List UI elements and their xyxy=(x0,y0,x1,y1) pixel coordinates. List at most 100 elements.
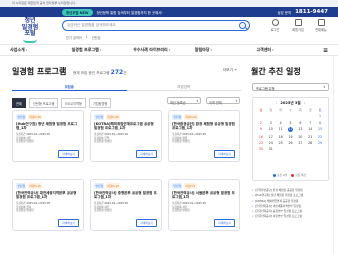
region-select[interactable]: 지역 전체 xyxy=(206,97,240,105)
program-card[interactable]: 인턴형 마감D-20 [한국환경공단] 환경 체험형 공공형 일경험 프로그램_1… xyxy=(168,110,240,162)
nav-item-library[interactable]: 우수사례 라이브러리 xyxy=(133,47,195,53)
legend-end: 모집 마감 xyxy=(291,173,306,177)
program-card[interactable]: 인턴형 마감D-15 [한국전력공사] 대전세종지역본부 공공형 일경험 프로그램… xyxy=(12,179,84,231)
calendar-day[interactable]: 28 xyxy=(305,141,315,145)
calendar-day[interactable]: 6 xyxy=(295,121,305,125)
calendar-day[interactable]: 4 xyxy=(276,121,286,125)
calendar-day[interactable]: 9 xyxy=(256,127,266,133)
calendar-day[interactable]: 18 xyxy=(276,135,286,139)
calendar-day[interactable]: 15 xyxy=(315,127,325,133)
nav-item-programs[interactable]: 일경험 프로그램 xyxy=(72,47,134,53)
calendar-day[interactable]: 21 xyxy=(305,135,315,139)
calendar-day[interactable]: 22 xyxy=(315,135,325,139)
calendar-day[interactable]: 29 xyxy=(315,141,325,145)
program-card[interactable]: 인턴형 마감D-5 [한국전력공사] 서울본부 공공형 일경험 프로그램_1차 모… xyxy=(168,179,240,231)
calendar: ‹ 2025년 3월 › 일 월 화 수 목 금 토 1 2 3 4 5 6 7 8 9 10 11 12 13 14 1… xyxy=(252,97,329,181)
filter-esg[interactable]: ESG/지역형 xyxy=(61,98,86,108)
calendar-day xyxy=(305,114,315,118)
calendar-day[interactable]: 14 xyxy=(305,127,315,133)
card-period: 2025.04~2025.05 xyxy=(26,202,50,206)
card-period: 2025.04~2025.05 xyxy=(182,133,206,137)
signup-button[interactable]: 회원가입 xyxy=(291,19,305,32)
card-detail-button[interactable]: 자세히보기 xyxy=(136,219,157,227)
calendar-day[interactable]: 11 xyxy=(276,127,286,133)
calendar-day xyxy=(256,114,266,118)
card-detail-button[interactable]: 자세히보기 xyxy=(58,219,79,227)
calendar-day[interactable]: 31 xyxy=(266,147,276,151)
top-banner[interactable]: 청년포털 NEW 청년정책 통합 검색부터 일경험까지 한 곳에서! 상담 문의… xyxy=(0,7,338,17)
calendar-day[interactable]: 17 xyxy=(266,135,276,139)
all-menu-button[interactable]: 전체메뉴 xyxy=(314,19,328,32)
card-badge-deadline: 마감D-20 xyxy=(183,114,199,120)
nav-item-intro[interactable]: 사업소개 xyxy=(10,47,72,53)
calendar-day[interactable]: 26 xyxy=(286,141,296,145)
card-detail-button[interactable]: 자세히보기 xyxy=(214,150,235,158)
card-title[interactable]: [한국환경공단] 환경 체험형 공공형 일경험 프로그램_1차 xyxy=(172,122,236,131)
hamburger-icon[interactable]: ≡ xyxy=(318,47,328,54)
calendar-day[interactable]: 2 xyxy=(256,121,266,125)
login-button[interactable]: 로그인 xyxy=(268,19,282,32)
calendar-day[interactable]: 30 xyxy=(256,147,266,151)
card-title[interactable]: [한국전력공사] 충청본부 공공형 일경험 프로그램_1차 xyxy=(94,191,158,200)
card-period-label: 모집기간 xyxy=(172,133,182,137)
card-detail-button[interactable]: 자세히보기 xyxy=(58,150,79,158)
calendar-day[interactable]: 3 xyxy=(266,121,276,125)
card-badge-type: 인턴형 xyxy=(172,183,183,189)
page-scrollbar[interactable] xyxy=(333,56,338,254)
event-list: [한국환경공단] 환경 체험형 공공형 일경험 [Hub연구원] 청년 체험형 … xyxy=(252,188,329,220)
calendar-day[interactable]: 23 xyxy=(256,141,266,145)
calendar-day[interactable]: 5 xyxy=(286,121,296,125)
site-logo[interactable]: 청년 일경험 포털 xyxy=(12,17,48,45)
search-icon[interactable] xyxy=(239,22,246,29)
nav-item-support[interactable]: 고객센터 xyxy=(256,47,318,53)
card-detail-button[interactable]: 자세히보기 xyxy=(136,150,157,158)
calendar-day[interactable]: 20 xyxy=(295,135,305,139)
filter-all[interactable]: 전체 xyxy=(12,98,26,108)
event-item[interactable]: [한국전력공사] 서울본부 일경험 프로그램 xyxy=(252,214,329,219)
card-title[interactable]: [한국전력공사] 서울본부 공공형 일경험 프로그램_1차 xyxy=(172,191,236,200)
card-badge-deadline: 마감D-15 xyxy=(27,183,43,189)
nav-item-notice[interactable]: 알림마당 xyxy=(195,47,257,53)
calendar-day[interactable]: 19 xyxy=(286,135,296,139)
card-title[interactable]: [KOTRA]해외취업연계프로그램 공공형 일경험 프로그램_1차 xyxy=(94,122,158,131)
calendar-day[interactable]: 8 xyxy=(315,121,325,125)
program-card[interactable]: 인턴형 마감D-10 [한국전력공사] 충청본부 공공형 일경험 프로그램_1차 … xyxy=(90,179,162,231)
calendar-day[interactable]: 25 xyxy=(276,141,286,145)
program-type-select[interactable]: 프로그램 유형 xyxy=(252,83,329,91)
calendar-day[interactable]: 24 xyxy=(266,141,276,145)
popular-tag[interactable]: 인턴십 xyxy=(92,35,101,40)
card-title[interactable]: [한국전력공사] 대전세종지역본부 공공형 일경험 프로그램_1차 xyxy=(16,191,80,200)
sort-select[interactable]: 최신 등록순 xyxy=(167,97,201,105)
card-type: 일경험 xyxy=(26,140,34,144)
gov-banner: 이 누리집은 대한민국 공식 전자정부 누리집입니다. xyxy=(0,0,338,7)
calendar-day[interactable]: 27 xyxy=(295,141,305,145)
prev-month-icon[interactable]: ‹ xyxy=(274,101,279,105)
calendar-day[interactable]: 10 xyxy=(266,127,276,133)
filter-intern[interactable]: 인턴형 프로그램 xyxy=(28,98,59,108)
card-type: 일경험 xyxy=(182,209,190,213)
calendar-day xyxy=(266,114,276,118)
card-period-label: 모집기간 xyxy=(94,133,104,137)
calendar-day[interactable]: 1 xyxy=(315,114,325,118)
filter-company-tour[interactable]: 기업탐방형 xyxy=(88,98,112,108)
calendar-day[interactable]: 7 xyxy=(305,121,315,125)
next-month-icon[interactable]: › xyxy=(302,101,307,105)
calendar-day xyxy=(295,114,305,118)
more-link[interactable]: 더보기 + xyxy=(223,68,237,73)
program-card[interactable]: 인턴형 마감D-30 [Hub연구원] 청년 체험형 일경험 프로그램_1차 모집… xyxy=(12,110,84,162)
tab-closing-soon[interactable]: 마감임박 xyxy=(126,83,241,91)
calendar-dow: 토 xyxy=(318,108,322,112)
calendar-dow: 목 xyxy=(298,108,302,112)
card-badge-deadline: 마감D-10 xyxy=(105,183,121,189)
card-badge-type: 인턴형 xyxy=(172,114,183,120)
card-period: 2025.04~2025.05 xyxy=(104,133,128,137)
program-card[interactable]: 인턴형 마감D-25 [KOTRA]해외취업연계프로그램 공공형 일경험 프로그램… xyxy=(90,110,162,162)
search-input[interactable]: 궁금하신 일경험을 검색해보세요 xyxy=(67,23,116,28)
tab-recruiting[interactable]: 모집중 xyxy=(12,83,127,91)
card-title[interactable]: [Hub연구원] 청년 체험형 일경험 프로그램_1차 xyxy=(16,122,80,131)
calendar-day[interactable]: 13 xyxy=(295,127,305,133)
search-bar[interactable]: 궁금하신 일경험을 검색해보세요 xyxy=(62,20,250,31)
calendar-day[interactable]: 12 xyxy=(286,126,296,133)
card-detail-button[interactable]: 자세히보기 xyxy=(214,219,235,227)
calendar-day[interactable]: 16 xyxy=(256,135,266,139)
